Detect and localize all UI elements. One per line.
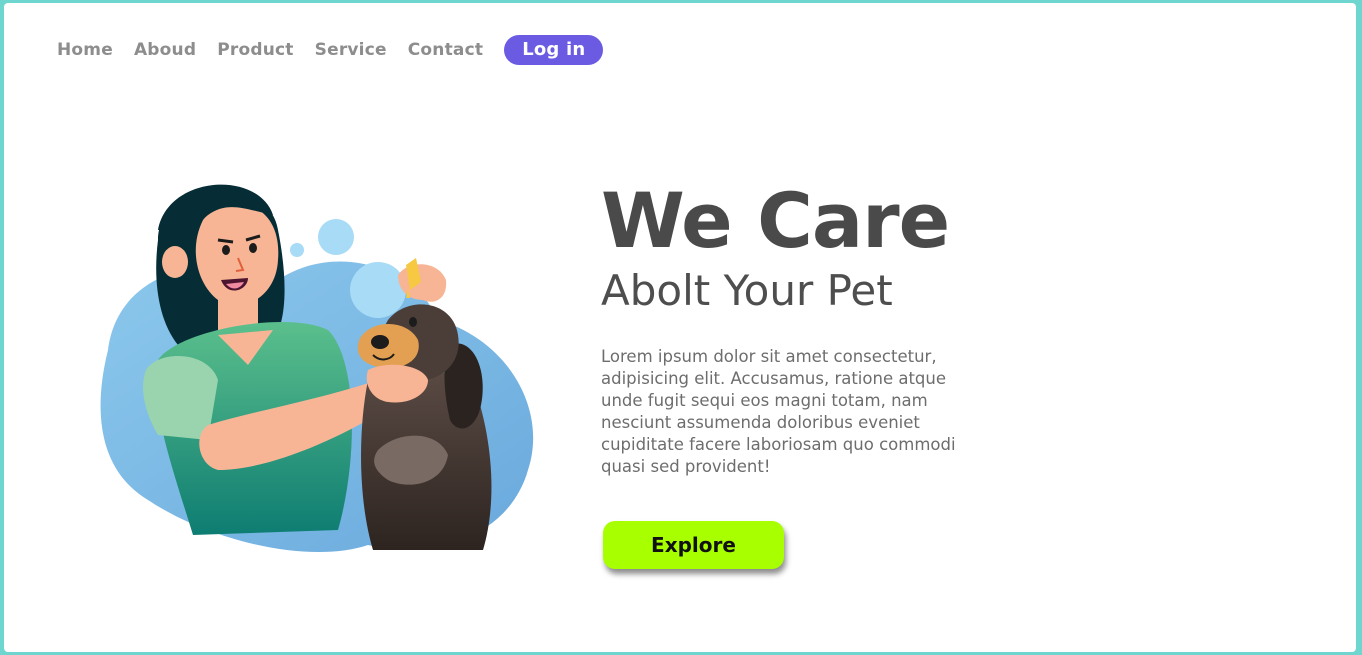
nav-product-link[interactable]: Product xyxy=(217,40,293,60)
pet-care-illustration xyxy=(88,170,548,560)
hero-title: We Care xyxy=(601,176,950,265)
woman-dog-icon xyxy=(100,184,534,553)
nav-about-link[interactable]: Aboud xyxy=(134,40,196,60)
hero-section: We Care Abolt Your Pet Lorem ipsum dolor… xyxy=(601,180,1021,478)
nav-home-link[interactable]: Home xyxy=(57,40,113,60)
nav-service-link[interactable]: Service xyxy=(315,40,387,60)
explore-button[interactable]: Explore xyxy=(603,521,784,569)
nav-contact-link[interactable]: Contact xyxy=(408,40,483,60)
login-button[interactable]: Log in xyxy=(504,35,604,65)
hero-subtitle: Abolt Your Pet xyxy=(601,266,893,315)
top-nav: Home Aboud Product Service Contact Log i… xyxy=(57,35,624,65)
hero-description: Lorem ipsum dolor sit amet consectetur, … xyxy=(601,347,956,476)
